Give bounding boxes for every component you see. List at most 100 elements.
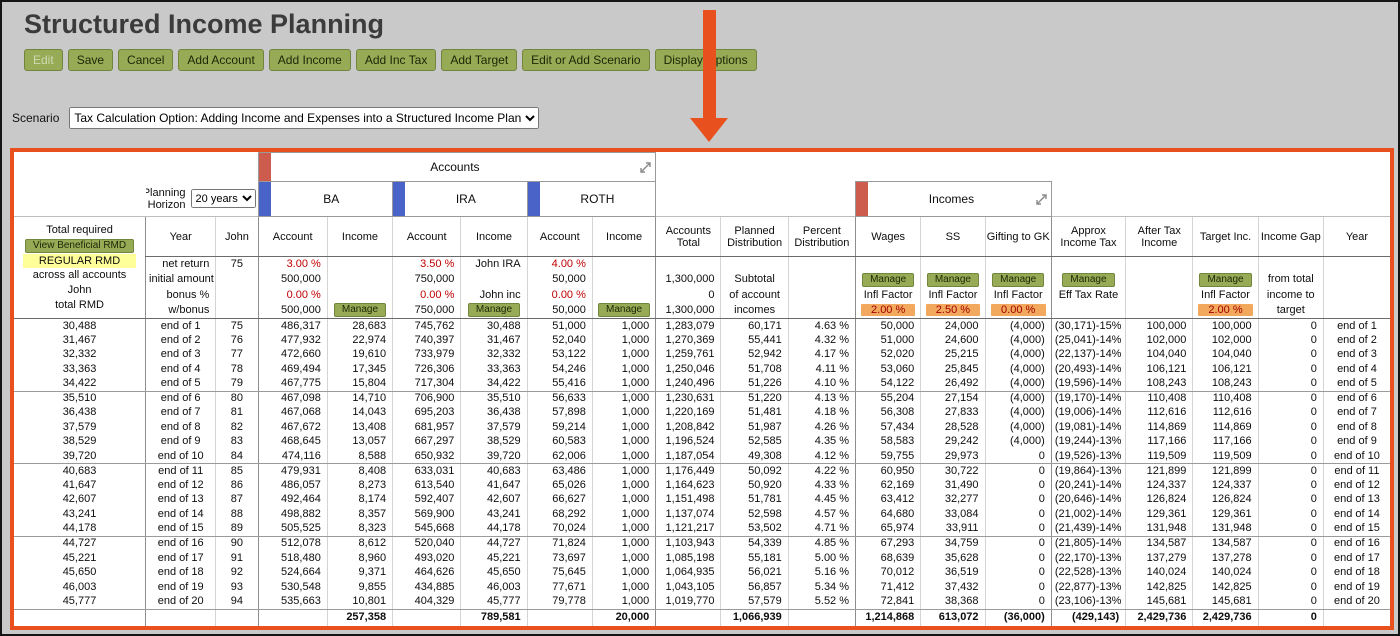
cell-after-tax-income: 100,000 bbox=[1125, 318, 1193, 334]
roth-color-tab bbox=[528, 182, 540, 216]
add-inc-tax-button[interactable]: Add Inc Tax bbox=[355, 49, 437, 71]
manage-ss-button[interactable]: Manage bbox=[926, 272, 979, 287]
add-income-button[interactable]: Add Income bbox=[268, 49, 351, 71]
cell-year: end of 15 bbox=[145, 521, 216, 537]
app-window: Structured Income Planning Edit Save Can… bbox=[0, 0, 1400, 636]
col-header-gifting: Gifting to GK bbox=[984, 216, 1052, 257]
manage-gifting-button[interactable]: Manage bbox=[992, 272, 1045, 287]
cell-accounts-total: 1,085,198 bbox=[655, 550, 721, 566]
cell-ba-income: 9,371 bbox=[326, 565, 393, 580]
edit-or-add-scenario-button[interactable]: Edit or Add Scenario bbox=[522, 49, 650, 71]
cell-wages: 55,204 bbox=[855, 391, 921, 406]
setup-label-initial-amount: initial amount bbox=[145, 271, 216, 288]
scenario-select[interactable]: Tax Calculation Option: Adding Income an… bbox=[69, 107, 540, 129]
manage-ira-income-button[interactable]: Manage bbox=[467, 303, 521, 318]
view-beneficial-rmd-button[interactable]: View Beneficial RMD bbox=[24, 238, 135, 253]
cell-accounts-total: 1,270,369 bbox=[655, 333, 721, 348]
cell-rmd-total: 30,488 bbox=[62, 319, 97, 332]
cell-roth-account: 59,214 bbox=[526, 420, 593, 435]
cell-age: 81 bbox=[215, 405, 259, 421]
cell-age: 76 bbox=[215, 333, 259, 348]
cell-planned-distribution: 49,308 bbox=[720, 449, 789, 465]
setup-ba-initial: 500,000 bbox=[257, 271, 328, 288]
cell-income-gap: 0 bbox=[1257, 565, 1324, 580]
cell-planned-distribution: 51,226 bbox=[720, 376, 789, 392]
footer-roth-account bbox=[526, 608, 593, 626]
setup-roth-net-return: 4.00 % bbox=[526, 256, 593, 272]
planning-horizon-select[interactable]: 20 years bbox=[190, 189, 256, 209]
cell-ss: 33,084 bbox=[920, 507, 986, 522]
cell-ss: 36,519 bbox=[920, 565, 986, 580]
cell-roth-income: 1,000 bbox=[591, 594, 656, 610]
cell-accounts-total: 1,137,074 bbox=[655, 507, 721, 522]
footer-year-end bbox=[1322, 608, 1390, 626]
expand-icon[interactable] bbox=[639, 161, 652, 174]
cell-planned-distribution: 52,585 bbox=[720, 434, 789, 450]
cell-year-end: end of 7 bbox=[1322, 405, 1390, 421]
cell-planned-distribution: 57,579 bbox=[720, 594, 789, 610]
cell-percent-distribution: 4.57 % bbox=[787, 507, 856, 522]
setup-label-bonus: bonus % bbox=[145, 287, 216, 303]
manage-roth-income-button[interactable]: Manage bbox=[597, 303, 651, 318]
cell-ss: 38,368 bbox=[920, 594, 986, 610]
cell-age: 77 bbox=[215, 347, 259, 363]
cell-wages: 62,169 bbox=[855, 478, 921, 493]
cell-age: 86 bbox=[215, 478, 259, 493]
cell-ba-income: 9,855 bbox=[326, 579, 393, 595]
footer-wages: 1,214,868 bbox=[855, 608, 921, 626]
save-button[interactable]: Save bbox=[67, 49, 114, 71]
manage-target-button[interactable]: Manage bbox=[1199, 272, 1252, 287]
cell-ira-account: 404,329 bbox=[392, 594, 461, 610]
planning-horizon: Planning Horizon 20 years bbox=[146, 182, 258, 217]
cell-after-tax-income: 119,509 bbox=[1125, 449, 1193, 465]
expand-icon[interactable] bbox=[1035, 193, 1048, 206]
manage-ba-income-button[interactable]: Manage bbox=[333, 303, 387, 318]
cell-ba-income: 8,408 bbox=[326, 463, 393, 479]
add-target-button[interactable]: Add Target bbox=[441, 49, 518, 71]
infl-factor-target[interactable]: 2.00 % bbox=[1198, 304, 1253, 317]
cell-after-tax-income: 126,824 bbox=[1125, 492, 1193, 508]
cell-approx-income-tax: (22,170)-13% bbox=[1050, 550, 1126, 566]
footer-planned-distribution: 1,066,939 bbox=[720, 608, 789, 626]
cell-rmd-total: 38,529 bbox=[62, 435, 97, 448]
cell-planned-distribution: 51,220 bbox=[720, 391, 789, 406]
cancel-button[interactable]: Cancel bbox=[118, 49, 174, 71]
cell-wages: 64,680 bbox=[855, 507, 921, 522]
cell-ira-income: 37,579 bbox=[460, 420, 528, 435]
table-row: 36,438 end of 7 81 467,068 14,043 695,203 36,4… bbox=[14, 405, 1390, 421]
add-account-button[interactable]: Add Account bbox=[178, 49, 264, 71]
cell-ira-account: 717,304 bbox=[392, 376, 461, 392]
infl-factor-ss[interactable]: 2.50 % bbox=[926, 304, 980, 317]
cell-gifting-to-gk: (4,000) bbox=[984, 318, 1052, 334]
cell-approx-income-tax: (19,526)-13% bbox=[1050, 449, 1126, 465]
cell-after-tax-income: 110,408 bbox=[1125, 391, 1193, 406]
rmd-panel-total-label: total RMD bbox=[55, 298, 104, 311]
cell-wages: 51,000 bbox=[855, 333, 921, 348]
infl-factor-gifting[interactable]: 0.00 % bbox=[990, 304, 1046, 317]
infl-factor-wages[interactable]: 2.00 % bbox=[861, 304, 916, 317]
cell-income-gap: 0 bbox=[1257, 391, 1324, 406]
infl-factor-label-ss: Infl Factor bbox=[920, 287, 986, 303]
cell-ba-account: 467,068 bbox=[257, 405, 328, 421]
cell-gifting-to-gk: 0 bbox=[984, 463, 1052, 479]
cell-gifting-to-gk: 0 bbox=[984, 521, 1052, 537]
footer-ira-income: 789,581 bbox=[460, 608, 528, 626]
cell-ss: 27,154 bbox=[920, 391, 986, 406]
edit-button[interactable]: Edit bbox=[24, 49, 63, 71]
table-row: 45,777 end of 20 94 535,663 10,801 404,329 45,… bbox=[14, 594, 1390, 610]
manage-income-tax-button[interactable]: Manage bbox=[1062, 272, 1115, 287]
cell-planned-distribution: 50,092 bbox=[720, 463, 789, 479]
cell-accounts-total: 1,208,842 bbox=[655, 420, 721, 435]
cell-roth-account: 56,633 bbox=[526, 391, 593, 406]
cell-income-gap: 0 bbox=[1257, 449, 1324, 465]
cell-ba-income: 17,345 bbox=[326, 362, 393, 377]
cell-year: end of 4 bbox=[145, 362, 216, 377]
cell-ira-account: 569,900 bbox=[392, 507, 461, 522]
account-group-ba: BA bbox=[257, 181, 394, 218]
manage-wages-button[interactable]: Manage bbox=[862, 272, 915, 287]
col-header-roth-account: Account bbox=[526, 216, 593, 257]
table-row: 30,488 end of 1 75 486,317 28,683 745,762 30,4… bbox=[14, 318, 1390, 334]
cell-planned-distribution: 56,021 bbox=[720, 565, 789, 580]
cell-age: 93 bbox=[215, 579, 259, 595]
page-title: Structured Income Planning bbox=[24, 9, 385, 39]
